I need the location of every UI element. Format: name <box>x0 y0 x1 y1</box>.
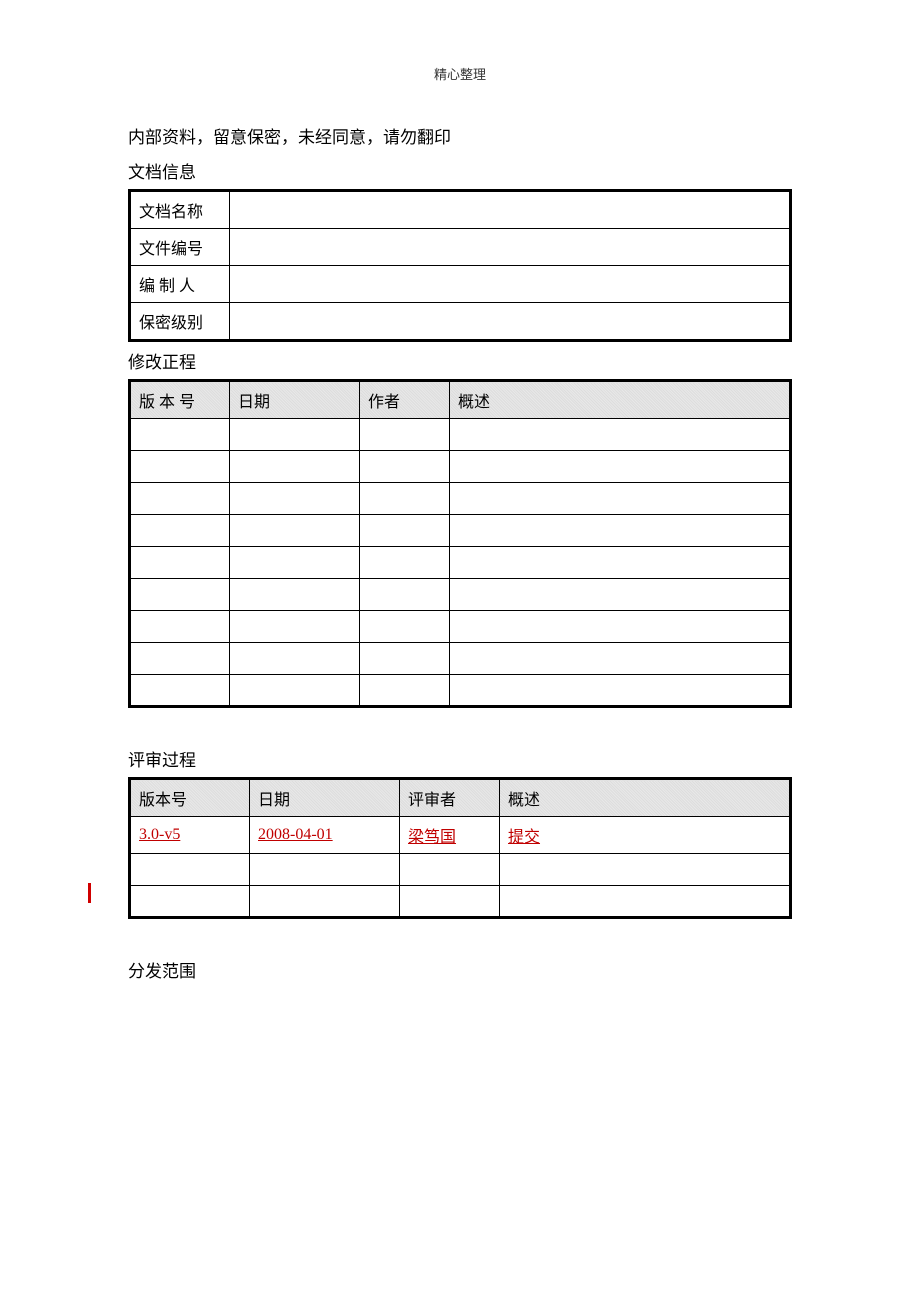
table-header-row: 版 本 号 日期 作者 概述 <box>130 381 791 419</box>
section-title-review: 评审过程 <box>128 746 792 771</box>
col-date: 日期 <box>250 779 400 817</box>
review-date: 2008-04-01 <box>250 817 400 854</box>
info-value-secrecy <box>230 303 791 341</box>
table-row <box>130 579 791 611</box>
info-label-secrecy: 保密级别 <box>130 303 230 341</box>
col-version: 版 本 号 <box>130 381 230 419</box>
table-row: 3.0-v5 2008-04-01 梁笃国 提交 <box>130 817 791 854</box>
document-content: 内部资料，留意保密，未经同意，请勿翻印 文档信息 文档名称 文件编号 编 制 人… <box>0 83 920 982</box>
info-value-filenum <box>230 229 791 266</box>
info-label-author: 编 制 人 <box>130 266 230 303</box>
table-row <box>130 547 791 579</box>
col-author: 作者 <box>360 381 450 419</box>
table-row <box>130 675 791 707</box>
revision-history-table: 版 本 号 日期 作者 概述 <box>128 379 792 708</box>
info-value-docname <box>230 191 791 229</box>
info-value-author <box>230 266 791 303</box>
section-title-info: 文档信息 <box>128 158 792 183</box>
review-version: 3.0-v5 <box>130 817 250 854</box>
table-row: 文档名称 <box>130 191 791 229</box>
col-summary: 概述 <box>500 779 791 817</box>
table-row <box>130 886 791 918</box>
col-version: 版本号 <box>130 779 250 817</box>
col-date: 日期 <box>230 381 360 419</box>
table-row <box>130 854 791 886</box>
table-row <box>130 643 791 675</box>
table-row <box>130 419 791 451</box>
section-title-revision: 修改正程 <box>128 348 792 373</box>
confidentiality-notice: 内部资料，留意保密，未经同意，请勿翻印 <box>128 123 792 148</box>
change-bar-icon <box>88 883 91 903</box>
review-date-link[interactable]: 2008-04-01 <box>258 826 333 843</box>
table-row <box>130 611 791 643</box>
table-row <box>130 483 791 515</box>
section-title-distribution: 分发范围 <box>128 957 792 982</box>
page-header: 精心整理 <box>0 0 920 83</box>
review-reviewer-link[interactable]: 梁笃国 <box>408 829 456 846</box>
review-reviewer: 梁笃国 <box>400 817 500 854</box>
table-row: 编 制 人 <box>130 266 791 303</box>
col-reviewer: 评审者 <box>400 779 500 817</box>
table-row <box>130 451 791 483</box>
info-label-docname: 文档名称 <box>130 191 230 229</box>
review-summary-link[interactable]: 提交 <box>508 829 540 846</box>
table-row <box>130 515 791 547</box>
table-row: 文件编号 <box>130 229 791 266</box>
table-row: 保密级别 <box>130 303 791 341</box>
review-version-link[interactable]: 3.0-v5 <box>139 826 180 843</box>
review-process-table: 版本号 日期 评审者 概述 3.0-v5 2008-04-01 梁笃国 提交 <box>128 777 792 919</box>
document-info-table: 文档名称 文件编号 编 制 人 保密级别 <box>128 189 792 342</box>
review-summary: 提交 <box>500 817 791 854</box>
info-label-filenum: 文件编号 <box>130 229 230 266</box>
col-summary: 概述 <box>450 381 791 419</box>
table-header-row: 版本号 日期 评审者 概述 <box>130 779 791 817</box>
